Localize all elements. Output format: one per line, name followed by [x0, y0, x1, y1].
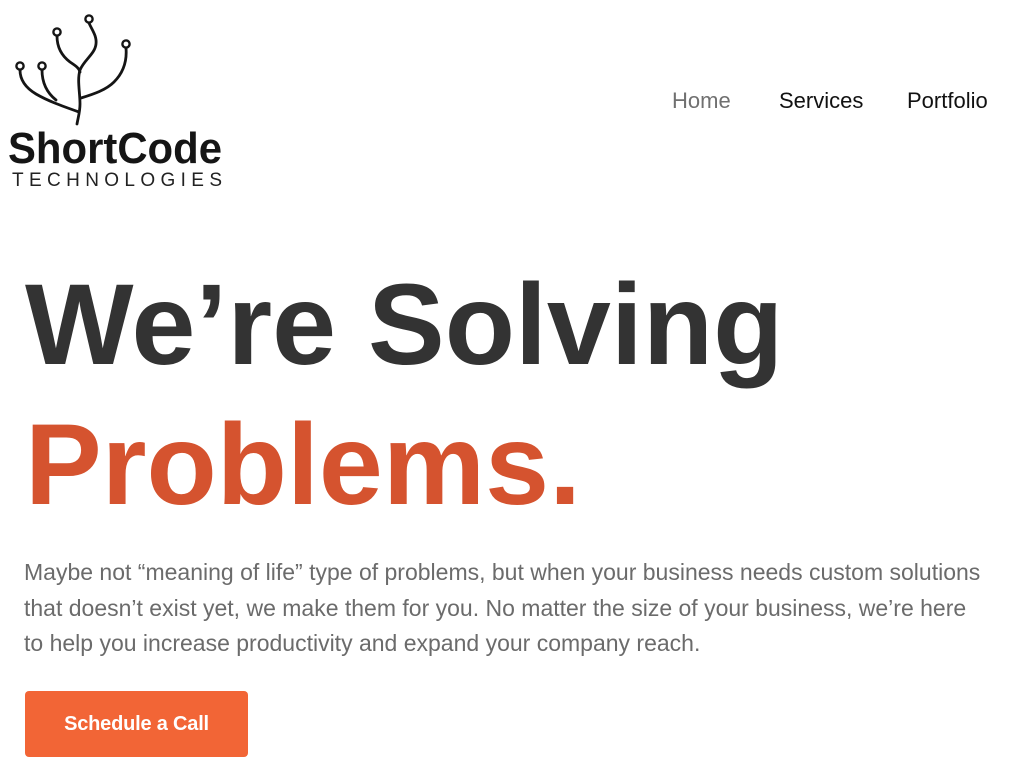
schedule-call-button[interactable]: Schedule a Call [25, 691, 248, 757]
hero-heading-highlight: Problems. [25, 401, 582, 529]
circuit-node [15, 61, 25, 71]
circuit-node [84, 14, 94, 24]
hero-description-line: to help you increase productivity and ex… [24, 630, 701, 656]
nav-item-services[interactable]: Services [779, 89, 863, 113]
circuit-branch [18, 68, 81, 114]
circuit-branch [40, 68, 58, 102]
nav-item-portfolio[interactable]: Portfolio [907, 89, 988, 113]
circuit-tree-icon [15, 14, 131, 126]
circuit-branch [55, 34, 82, 74]
circuit-node [52, 27, 62, 37]
circuit-node [121, 39, 131, 49]
logo[interactable]: ShortCode TECHNOLOGIES [0, 0, 230, 195]
logo-wordmark: ShortCode [8, 124, 222, 173]
logo-mark: ShortCode TECHNOLOGIES [8, 14, 222, 191]
hero-heading: We’re Solving Problems. [25, 255, 783, 535]
circuit-node [37, 61, 47, 71]
hero-description-line: that doesn’t exist yet, we make them for… [24, 594, 967, 621]
site-header: ShortCode TECHNOLOGIES Home Services Por… [0, 0, 1022, 200]
circuit-branch [79, 46, 128, 100]
hero-description: Maybe not “meaning of life” type of prob… [24, 555, 980, 662]
page: ShortCode TECHNOLOGIES Home Services Por… [0, 0, 1022, 778]
hero-description-line: Maybe not “meaning of life” type of prob… [24, 559, 981, 585]
nav-item-home[interactable]: Home [672, 89, 731, 113]
logo-tagline: TECHNOLOGIES [12, 170, 222, 191]
hero-heading-line: We’re Solving [25, 261, 784, 389]
circuit-branch [75, 21, 98, 126]
